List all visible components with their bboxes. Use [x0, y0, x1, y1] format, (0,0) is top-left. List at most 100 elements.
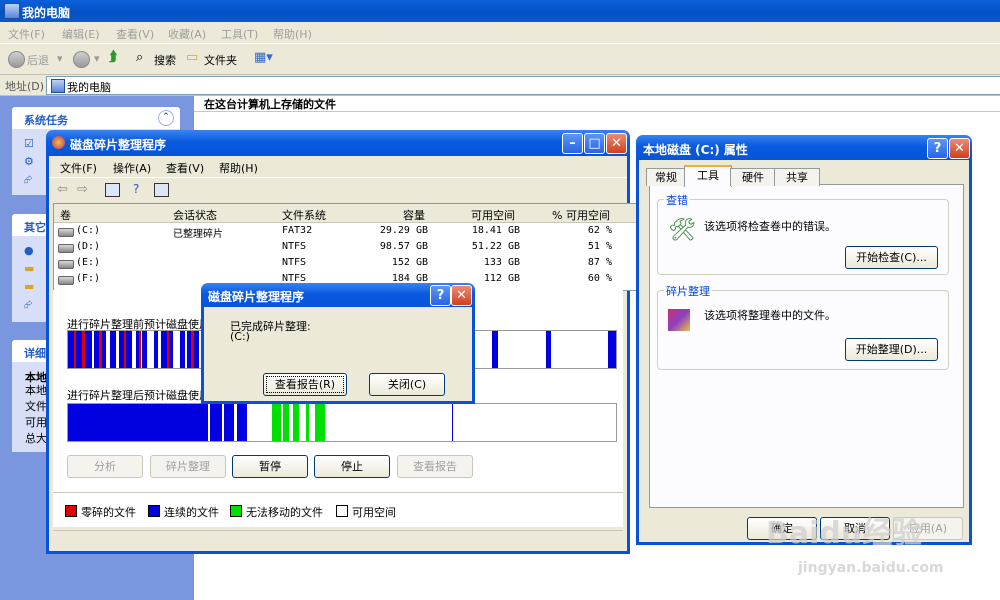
- start-defrag-button[interactable]: 开始整理(D)...: [845, 338, 938, 361]
- maximize-button[interactable]: □: [584, 133, 605, 154]
- col-filesystem[interactable]: 文件系统: [282, 207, 326, 223]
- usage-segment: [142, 331, 147, 368]
- properties-icon[interactable]: [154, 183, 169, 197]
- up-folder-icon[interactable]: ⮭: [109, 49, 117, 65]
- task-add-remove-icon[interactable]: ⚙: [24, 155, 34, 168]
- defrag-button[interactable]: 碎片整理: [150, 455, 226, 478]
- legend-swatch: [336, 505, 348, 517]
- usage-segment: [492, 331, 498, 368]
- watermark-logo: Baidu经验: [766, 516, 923, 551]
- dialog-close-action-button[interactable]: 关闭(C): [369, 373, 445, 396]
- forward-arrow-icon[interactable]: [73, 51, 90, 68]
- defrag-menubar: 文件(F) 操作(A) 查看(V) 帮助(H): [49, 156, 627, 176]
- volume-row[interactable]: (E:) NTFS 152 GB 133 GB 87 %: [54, 256, 638, 271]
- menu-help[interactable]: 帮助(H): [273, 26, 312, 42]
- col-status[interactable]: 会话状态: [173, 207, 217, 223]
- tab-sharing[interactable]: 共享: [774, 168, 820, 186]
- menu-file[interactable]: 文件(F): [8, 26, 45, 42]
- system-tasks-title: 系统任务: [24, 114, 68, 127]
- hard-drive-icon: [58, 260, 74, 269]
- status-bar: [53, 530, 623, 548]
- help-button[interactable]: ?: [430, 285, 451, 306]
- defrag-menu-help[interactable]: 帮助(H): [219, 160, 258, 176]
- properties-close-button[interactable]: ✕: [949, 138, 970, 159]
- volume-row[interactable]: (C:) 已整理碎片 FAT32 29.29 GB 18.41 GB 62 %: [54, 224, 638, 240]
- control-panel-icon[interactable]: ⮳: [24, 298, 33, 312]
- col-pct-free[interactable]: % 可用空间: [552, 207, 610, 223]
- legend-swatch: [230, 505, 242, 517]
- back-arrow-icon[interactable]: ⇦: [57, 182, 68, 197]
- menu-view[interactable]: 查看(V): [116, 26, 154, 42]
- stop-button[interactable]: 停止: [314, 455, 390, 478]
- task-view-info-icon[interactable]: ☑: [24, 137, 34, 150]
- defrag-menu-file[interactable]: 文件(F): [60, 160, 97, 176]
- details-free: 可用: [25, 416, 47, 429]
- usage-segment: [169, 331, 173, 368]
- console-tree-icon[interactable]: [105, 183, 120, 197]
- address-value: 我的电脑: [67, 81, 111, 94]
- address-bar: 地址(D) 我的电脑: [0, 75, 1000, 96]
- col-volume[interactable]: 卷: [60, 207, 71, 223]
- defrag-text: 该选项将整理卷中的文件。: [704, 309, 836, 322]
- volume-row[interactable]: (D:) NTFS 98.57 GB 51.22 GB 51 %: [54, 240, 638, 255]
- explorer-menubar: 文件(F) 编辑(E) 查看(V) 收藏(A) 工具(T) 帮助(H): [0, 22, 1000, 44]
- menu-tools[interactable]: 工具(T): [221, 26, 258, 42]
- row-pct-free: 87 %: [587, 257, 612, 268]
- row-pct-free: 51 %: [587, 241, 612, 252]
- back-dropdown-icon[interactable]: ▾: [57, 52, 63, 65]
- volume-list-header: 卷 会话状态 文件系统 容量 可用空间 % 可用空间: [54, 204, 638, 223]
- defrag-menu-action[interactable]: 操作(A): [113, 160, 151, 176]
- views-icon[interactable]: ▦▾: [254, 50, 273, 65]
- folders-button[interactable]: 文件夹: [204, 52, 237, 68]
- help-button[interactable]: ?: [927, 138, 948, 159]
- defrag-tool-icon: [668, 309, 690, 331]
- forward-arrow-icon[interactable]: ⇨: [77, 182, 88, 197]
- dialog-volume: (C:): [230, 330, 250, 343]
- dialog-close-button[interactable]: ✕: [451, 285, 472, 306]
- dialog-titlebar[interactable]: 磁盘碎片整理程序 ? ✕: [201, 283, 475, 307]
- forward-dropdown-icon[interactable]: ▾: [94, 52, 100, 65]
- explorer-titlebar[interactable]: 我的电脑: [0, 0, 1000, 22]
- analyze-button[interactable]: 分析: [67, 455, 143, 478]
- minimize-button[interactable]: –: [562, 133, 583, 154]
- col-free[interactable]: 可用空间: [471, 207, 515, 223]
- defrag-menu-view[interactable]: 查看(V): [166, 160, 204, 176]
- row-volume: (C:): [76, 225, 101, 236]
- help-icon[interactable]: ?: [133, 182, 139, 196]
- row-free: 51.22 GB: [471, 241, 520, 252]
- task-change-setting-icon[interactable]: ⮳: [24, 173, 33, 187]
- defrag-titlebar[interactable]: 磁盘碎片整理程序 – □ ✕: [46, 130, 630, 156]
- menu-edit[interactable]: 编辑(E): [62, 26, 100, 42]
- address-field[interactable]: 我的电脑: [46, 76, 1000, 95]
- pause-button[interactable]: 暂停: [232, 455, 308, 478]
- usage-segment: [224, 404, 234, 441]
- usage-segment: [499, 331, 503, 368]
- back-button[interactable]: 后退: [27, 52, 49, 68]
- row-filesystem: NTFS: [282, 241, 307, 252]
- search-icon: ⌕: [136, 50, 144, 65]
- properties-titlebar[interactable]: 本地磁盘 (C:) 属性 ? ✕: [636, 135, 972, 160]
- view-report-button[interactable]: 查看报告: [397, 455, 473, 478]
- other-places-title: 其它: [24, 221, 46, 234]
- col-capacity[interactable]: 容量: [403, 207, 425, 223]
- shared-docs-icon[interactable]: ▬: [24, 280, 34, 293]
- start-check-button[interactable]: 开始检查(C)...: [845, 246, 938, 269]
- after-label: 进行碎片整理后预计磁盘使用: [67, 389, 210, 402]
- network-icon[interactable]: ●: [24, 244, 34, 257]
- menu-favorites[interactable]: 收藏(A): [168, 26, 206, 42]
- tab-general[interactable]: 常规: [646, 168, 686, 186]
- documents-icon[interactable]: ▬: [24, 262, 34, 275]
- tab-tools[interactable]: 工具: [684, 165, 732, 187]
- tab-hardware[interactable]: 硬件: [730, 168, 776, 186]
- search-button[interactable]: 搜索: [154, 52, 176, 68]
- row-pct-free: 60 %: [587, 273, 612, 284]
- dialog-view-report-button[interactable]: 查看报告(R): [263, 373, 347, 396]
- collapse-chevron-icon[interactable]: ⌃: [158, 110, 174, 126]
- system-tasks-header[interactable]: 系统任务 ⌃: [12, 107, 180, 129]
- close-button[interactable]: ✕: [606, 133, 627, 154]
- volume-list: 卷 会话状态 文件系统 容量 可用空间 % 可用空间 (C:) 已整理碎片 FA…: [53, 203, 639, 291]
- row-volume: (F:): [76, 273, 101, 284]
- usage-segment: [608, 331, 616, 368]
- check-text: 该选项将检查卷中的错误。: [704, 220, 836, 233]
- details-fs: 文件: [25, 400, 47, 413]
